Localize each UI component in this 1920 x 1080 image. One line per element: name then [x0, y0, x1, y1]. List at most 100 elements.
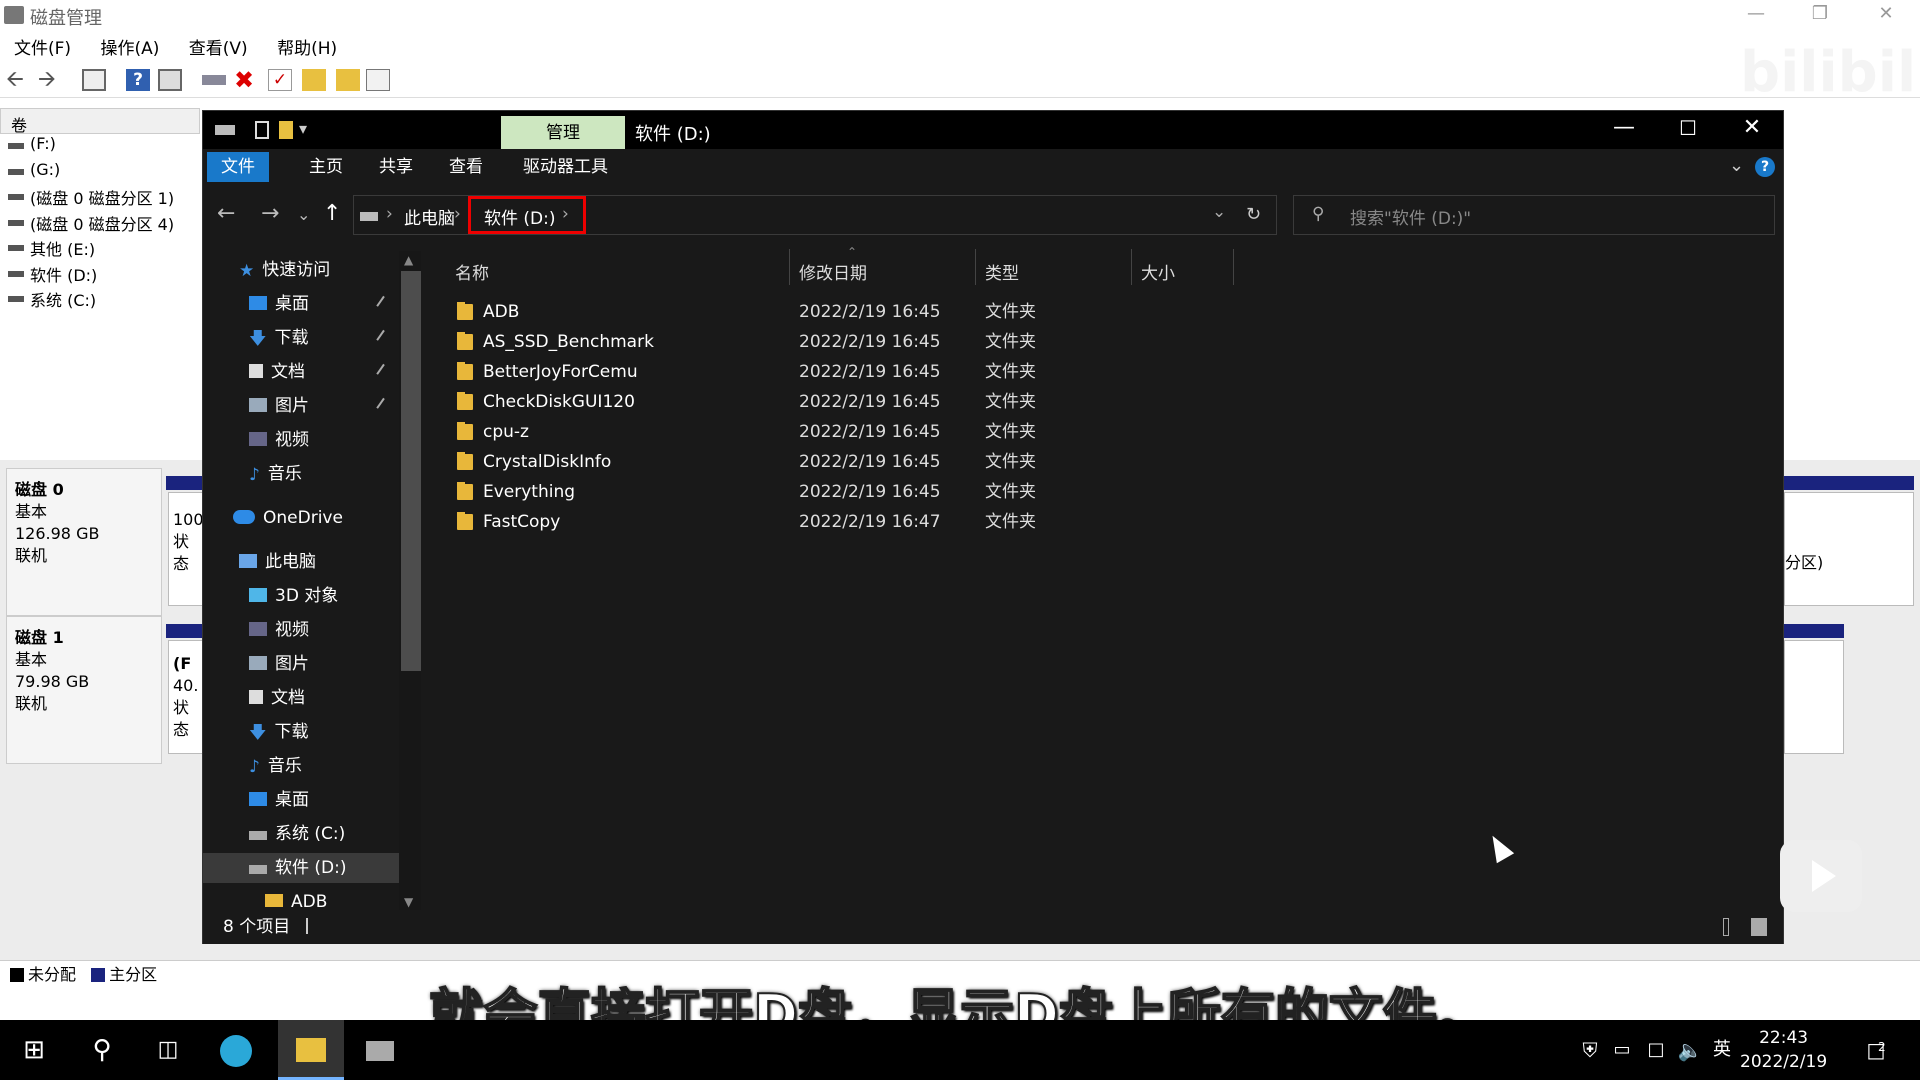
- partition-block[interactable]: (F 40. 状态: [168, 640, 204, 754]
- file-row[interactable]: BetterJoyForCemu 2022/2/19 16:45 文件夹: [435, 357, 1735, 387]
- volume-item[interactable]: (磁盘 0 磁盘分区 1): [0, 185, 200, 211]
- partition-block[interactable]: 分区): [1784, 492, 1914, 606]
- volume-item[interactable]: 系统 (C:): [0, 287, 200, 313]
- volume-item[interactable]: (F:): [0, 134, 200, 160]
- up-arrow-icon[interactable]: ↑: [323, 201, 341, 226]
- column-divider[interactable]: [975, 249, 976, 285]
- tab-share[interactable]: 共享: [365, 152, 427, 182]
- nav-this-pc[interactable]: 此电脑: [239, 547, 316, 577]
- column-divider[interactable]: [789, 249, 790, 285]
- properties-icon[interactable]: [158, 69, 182, 91]
- forward-arrow-icon[interactable]: →: [261, 201, 279, 226]
- notification-center-icon[interactable]: □ 2: [1856, 1030, 1896, 1070]
- search-folder-icon[interactable]: [336, 69, 360, 91]
- volume-item[interactable]: (磁盘 0 磁盘分区 4): [0, 211, 200, 237]
- partition-block[interactable]: [1784, 640, 1844, 754]
- minimize-button[interactable]: —: [1593, 115, 1655, 145]
- close-button[interactable]: ✕: [1856, 0, 1916, 30]
- breadcrumb-this-pc[interactable]: 此电脑: [404, 204, 455, 229]
- file-row[interactable]: Everything 2022/2/19 16:45 文件夹: [435, 477, 1735, 507]
- nav-music[interactable]: ♪ 音乐: [249, 459, 302, 489]
- recent-locations-icon[interactable]: ⌄: [297, 205, 310, 224]
- file-row[interactable]: AS_SSD_Benchmark 2022/2/19 16:45 文件夹: [435, 327, 1735, 357]
- properties-quick-icon[interactable]: [255, 121, 269, 139]
- delete-icon[interactable]: ✖: [234, 68, 258, 92]
- menu-action[interactable]: 操作(A): [86, 30, 169, 59]
- disk-management-taskbar-icon[interactable]: [360, 1030, 400, 1070]
- disk-0-info[interactable]: 磁盘 0 基本 126.98 GB 联机: [6, 468, 162, 616]
- column-date[interactable]: 修改日期: [799, 259, 867, 284]
- column-divider[interactable]: [1131, 249, 1132, 285]
- file-row[interactable]: FastCopy 2022/2/19 16:47 文件夹: [435, 507, 1735, 537]
- large-icons-view-icon[interactable]: [1751, 918, 1767, 936]
- nav-downloads[interactable]: 🡇 下载: [249, 717, 308, 747]
- nav-videos[interactable]: 视频: [249, 425, 309, 455]
- volume-item[interactable]: 软件 (D:): [0, 262, 200, 288]
- nav-pictures[interactable]: 图片: [249, 391, 399, 421]
- details-view-icon[interactable]: [1723, 918, 1729, 936]
- customize-quick-access-icon[interactable]: ▾: [299, 119, 307, 138]
- column-name[interactable]: 名称: [455, 259, 489, 284]
- minimize-button[interactable]: —: [1726, 0, 1786, 30]
- volume-item[interactable]: 其他 (E:): [0, 236, 200, 262]
- nav-pictures[interactable]: 图片: [249, 649, 309, 679]
- nav-scrollbar-thumb[interactable]: [401, 271, 421, 671]
- address-dropdown-icon[interactable]: ⌄: [1212, 202, 1226, 222]
- forward-icon[interactable]: 🡪: [38, 69, 62, 91]
- volume-list-header[interactable]: 卷: [0, 108, 200, 135]
- tab-view[interactable]: 查看: [435, 152, 497, 182]
- menu-file[interactable]: 文件(F): [0, 30, 81, 59]
- file-row[interactable]: CrystalDiskInfo 2022/2/19 16:45 文件夹: [435, 447, 1735, 477]
- search-icon[interactable]: ⚲: [82, 1030, 122, 1070]
- column-size[interactable]: 大小: [1141, 259, 1175, 284]
- nav-videos[interactable]: 视频: [249, 615, 309, 645]
- breadcrumb-current[interactable]: 软件 (D:): [484, 204, 556, 229]
- file-row[interactable]: ADB 2022/2/19 16:45 文件夹: [435, 297, 1735, 327]
- options-icon[interactable]: [366, 69, 390, 91]
- nav-documents[interactable]: 文档: [249, 357, 399, 387]
- volume-item[interactable]: (G:): [0, 160, 200, 186]
- ime-indicator[interactable]: 英: [1702, 1030, 1742, 1070]
- scroll-up-icon[interactable]: ▲: [404, 253, 413, 267]
- nav-drive-d-selected[interactable]: 软件 (D:): [203, 853, 399, 883]
- menu-help[interactable]: 帮助(H): [263, 30, 347, 59]
- connect-drive-icon[interactable]: [202, 75, 226, 85]
- menu-view[interactable]: 查看(V): [175, 30, 258, 59]
- help-icon[interactable]: ?: [126, 69, 150, 91]
- scroll-down-icon[interactable]: ▼: [404, 895, 413, 909]
- column-type[interactable]: 类型: [985, 259, 1019, 284]
- new-folder-quick-icon[interactable]: [279, 121, 293, 139]
- nav-downloads[interactable]: 🡇 下载: [249, 323, 399, 353]
- task-view-icon[interactable]: ◫: [148, 1030, 188, 1070]
- nav-drive-c[interactable]: 系统 (C:): [249, 819, 345, 849]
- nav-3d-objects[interactable]: 3D 对象: [249, 581, 338, 611]
- back-icon[interactable]: 🡨: [6, 69, 30, 91]
- restore-button[interactable]: ❐: [1790, 0, 1850, 30]
- file-row[interactable]: CheckDiskGUI120 2022/2/19 16:45 文件夹: [435, 387, 1735, 417]
- column-divider[interactable]: [1233, 249, 1234, 285]
- expand-ribbon-icon[interactable]: ⌄: [1729, 155, 1744, 176]
- clock[interactable]: 22:43 2022/2/19: [1740, 1026, 1827, 1074]
- tab-file[interactable]: 文件: [207, 152, 269, 182]
- nav-music[interactable]: ♪ 音乐: [249, 751, 302, 781]
- back-arrow-icon[interactable]: ←: [217, 201, 235, 226]
- partition-block[interactable]: 100 状态: [168, 492, 204, 606]
- nav-documents[interactable]: 文档: [249, 683, 305, 713]
- file-explorer-taskbar-icon[interactable]: [278, 1020, 344, 1080]
- context-tab-manage[interactable]: 管理: [501, 116, 625, 150]
- nav-desktop[interactable]: 桌面: [249, 289, 399, 319]
- search-input[interactable]: ⚲ 搜索"软件 (D:)": [1293, 195, 1775, 235]
- tab-drive-tools[interactable]: 驱动器工具: [509, 152, 622, 182]
- edge-browser-icon[interactable]: [216, 1030, 256, 1070]
- start-windows-icon[interactable]: ⊞: [14, 1030, 54, 1070]
- file-row[interactable]: cpu-z 2022/2/19 16:45 文件夹: [435, 417, 1735, 447]
- folder-up-icon[interactable]: [302, 69, 326, 91]
- tab-home[interactable]: 主页: [295, 152, 357, 182]
- refresh-icon[interactable]: ↻: [1246, 204, 1261, 225]
- console-tree-icon[interactable]: [82, 69, 106, 91]
- maximize-button[interactable]: ☐: [1657, 115, 1719, 145]
- nav-adb-partial[interactable]: ADB: [265, 885, 327, 907]
- nav-quick-access[interactable]: ★ 快速访问: [239, 255, 330, 285]
- nav-onedrive[interactable]: OneDrive: [233, 503, 343, 533]
- check-icon[interactable]: ✓: [268, 69, 292, 91]
